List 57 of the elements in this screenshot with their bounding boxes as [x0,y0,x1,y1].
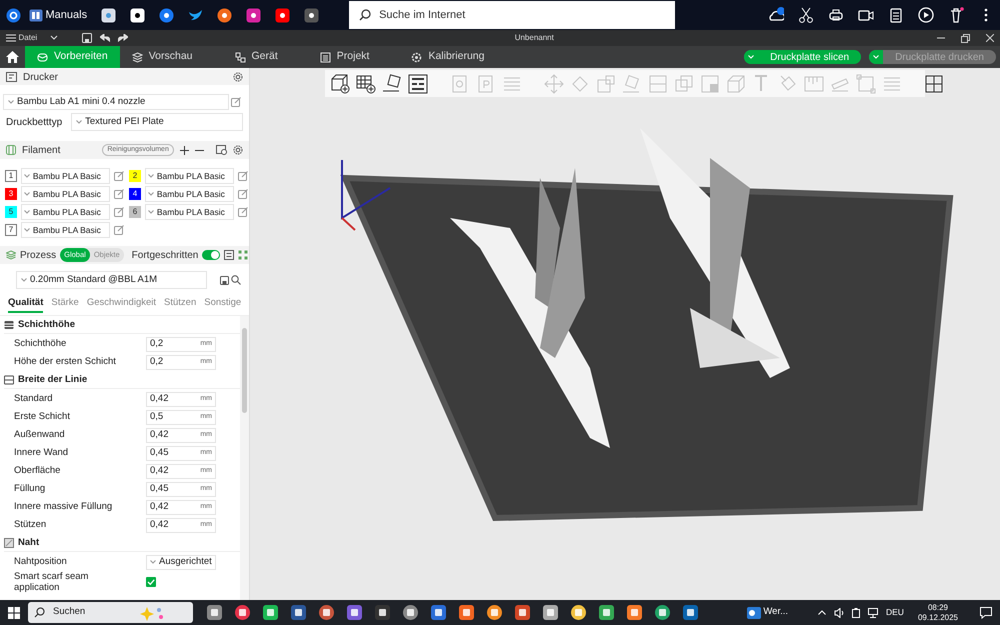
process-dropdown[interactable]: 0.20mm Standard @BBL A1M [16,271,206,289]
search-field[interactable]: Suche im Internet [377,6,666,24]
section-title: Prozess [20,248,56,262]
setting-label: Erste Schicht [14,410,71,424]
color-swatch[interactable]: 6 [129,206,141,218]
field-label: Druckbetttyp [6,116,62,130]
section-title: Drucker [23,70,58,84]
tab[interactable]: Vorschau [120,46,204,68]
tab[interactable]: Projekt [308,46,382,68]
switch-label: Fortgeschritten [132,248,198,262]
bookmark-link[interactable]: Manuals [29,6,88,24]
color-swatch[interactable]: 1 [5,170,17,182]
setting-label: Füllung [14,482,46,496]
file-menu[interactable]: Datei [6,32,58,44]
dropdown[interactable]: Ausgerichtet [146,554,216,570]
setting-label: Nahtposition [14,555,68,570]
tab[interactable]: Gerät [222,46,290,68]
color-swatch[interactable]: 7 [5,224,17,236]
tab[interactable]: Geschwindigkeit [86,295,156,314]
bed-type-dropdown[interactable]: Textured PEI Plate [71,113,243,131]
setting-label: Außenwand [14,428,66,442]
filament-dropdown[interactable]: Bambu PLA Basic [20,204,110,220]
tab[interactable]: Stützen [164,295,196,314]
color-swatch[interactable]: 5 [5,206,17,218]
setting-label: Schichthöhe [14,337,68,352]
setting-label: Oberfläche [14,464,62,478]
window-title: Unbenannt [514,32,554,44]
filament-dropdown[interactable]: Bambu PLA Basic [20,186,110,202]
search-bar[interactable]: Suchen [28,602,193,623]
group-title: Breite der Linie [18,372,88,387]
printer-dropdown[interactable]: Bambu Lab A1 mini 0.4 nozzle [3,94,228,110]
filament-dropdown[interactable]: Bambu PLA Basic [144,204,234,220]
color-swatch[interactable]: 2 [129,170,141,182]
search-field[interactable]: Suchen [51,604,131,621]
tab[interactable]: Sonstige [204,295,242,314]
language-indicator[interactable]: DEU [886,606,904,619]
group-title: Schichthöhe [18,318,76,332]
setting-label: Standard [14,392,54,406]
setting-label: Innere massive Füllung [14,500,114,514]
weather-widget[interactable]: Wer... [746,605,788,620]
section-title: Filament [22,144,60,158]
setting-label: Stützen [14,518,48,532]
setting-label: Smart scarf seam application [14,571,90,594]
tab[interactable]: Kalibrierung [399,46,496,68]
group-title: Naht [18,536,40,550]
tab[interactable]: Stärke [51,295,79,314]
filament-dropdown[interactable]: Bambu PLA Basic [144,168,234,184]
tab[interactable]: Qualität [8,295,44,314]
setting-label: Innere Wand [14,446,70,460]
filament-dropdown[interactable]: Bambu PLA Basic [20,168,110,184]
filament-dropdown[interactable]: Bambu PLA Basic [20,222,110,238]
color-swatch[interactable]: 3 [5,188,17,200]
color-swatch[interactable]: 4 [129,188,141,200]
search-bar[interactable]: Suche im Internet [349,1,676,29]
filament-dropdown[interactable]: Bambu PLA Basic [144,186,234,202]
setting-label: Höhe der ersten Schicht [14,355,117,370]
clock[interactable]: 08:29 09.12.2025 [918,602,958,622]
